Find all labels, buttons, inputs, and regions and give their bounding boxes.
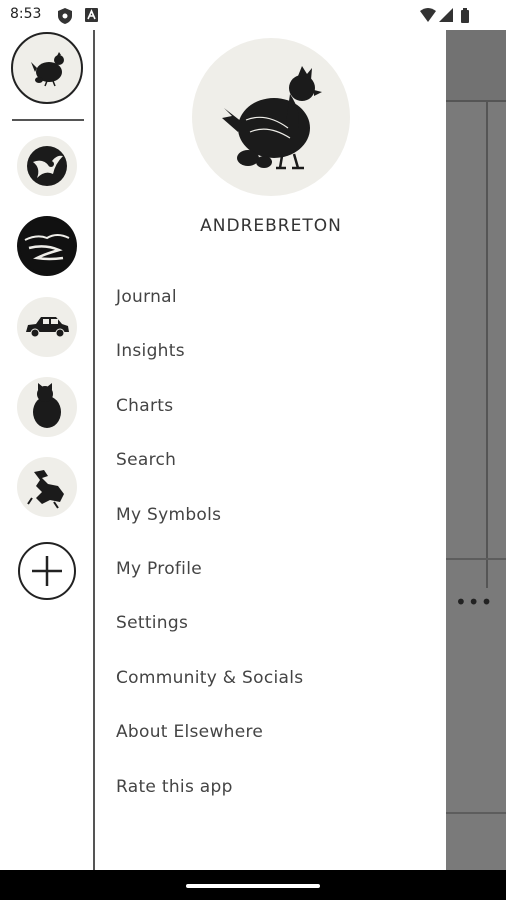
scrim-overlay[interactable]: ••• — [446, 30, 506, 870]
home-gesture-handle[interactable] — [186, 884, 320, 888]
menu-item-journal[interactable]: Journal — [116, 280, 303, 334]
bird-icon — [27, 146, 67, 186]
drawer-menu: Journal Insights Charts Search My Symbol… — [116, 280, 303, 824]
menu-item-search[interactable]: Search — [116, 443, 303, 497]
hen-icon — [31, 52, 64, 87]
more-options-icon: ••• — [455, 590, 494, 614]
profile-avatar[interactable] — [192, 38, 350, 196]
menu-item-community[interactable]: Community & Socials — [116, 661, 303, 715]
app-a-icon — [85, 8, 98, 22]
divider — [446, 558, 506, 560]
dragon-icon — [27, 470, 64, 509]
rail-avatar-hen[interactable] — [11, 32, 83, 104]
hen-icon — [222, 66, 322, 170]
add-account-button[interactable] — [18, 542, 76, 600]
battery-icon — [461, 8, 469, 23]
menu-item-about[interactable]: About Elsewhere — [116, 715, 303, 769]
rail-avatar-cat[interactable] — [17, 377, 77, 437]
rail-divider — [12, 119, 84, 121]
cat-icon — [33, 383, 61, 428]
rail-avatar-dragon[interactable] — [17, 457, 77, 517]
menu-item-charts[interactable]: Charts — [116, 389, 303, 443]
menu-item-rate-app[interactable]: Rate this app — [116, 770, 303, 824]
menu-item-my-profile[interactable]: My Profile — [116, 552, 303, 606]
menu-item-settings[interactable]: Settings — [116, 606, 303, 660]
landscape-icon — [20, 219, 74, 273]
car-icon — [26, 317, 69, 338]
plus-icon — [32, 556, 62, 586]
signal-icon — [439, 8, 453, 22]
divider — [446, 812, 506, 814]
system-nav-bar — [0, 870, 506, 900]
rail-avatar-bird[interactable] — [17, 136, 77, 196]
divider — [446, 100, 506, 102]
navigation-drawer: ANDREBRETON Journal Insights Charts Sear… — [96, 30, 446, 870]
rail-avatar-landscape[interactable] — [17, 216, 77, 276]
background-header — [446, 30, 506, 100]
account-rail — [0, 30, 95, 870]
status-time: 8:53 — [10, 6, 42, 22]
profile-username: ANDREBRETON — [200, 216, 342, 236]
divider — [486, 100, 488, 588]
shield-icon — [58, 8, 72, 24]
status-bar: 8:53 — [0, 0, 506, 30]
wifi-icon — [420, 8, 436, 22]
rail-avatar-car[interactable] — [17, 297, 77, 357]
menu-item-my-symbols[interactable]: My Symbols — [116, 498, 303, 552]
menu-item-insights[interactable]: Insights — [116, 334, 303, 388]
